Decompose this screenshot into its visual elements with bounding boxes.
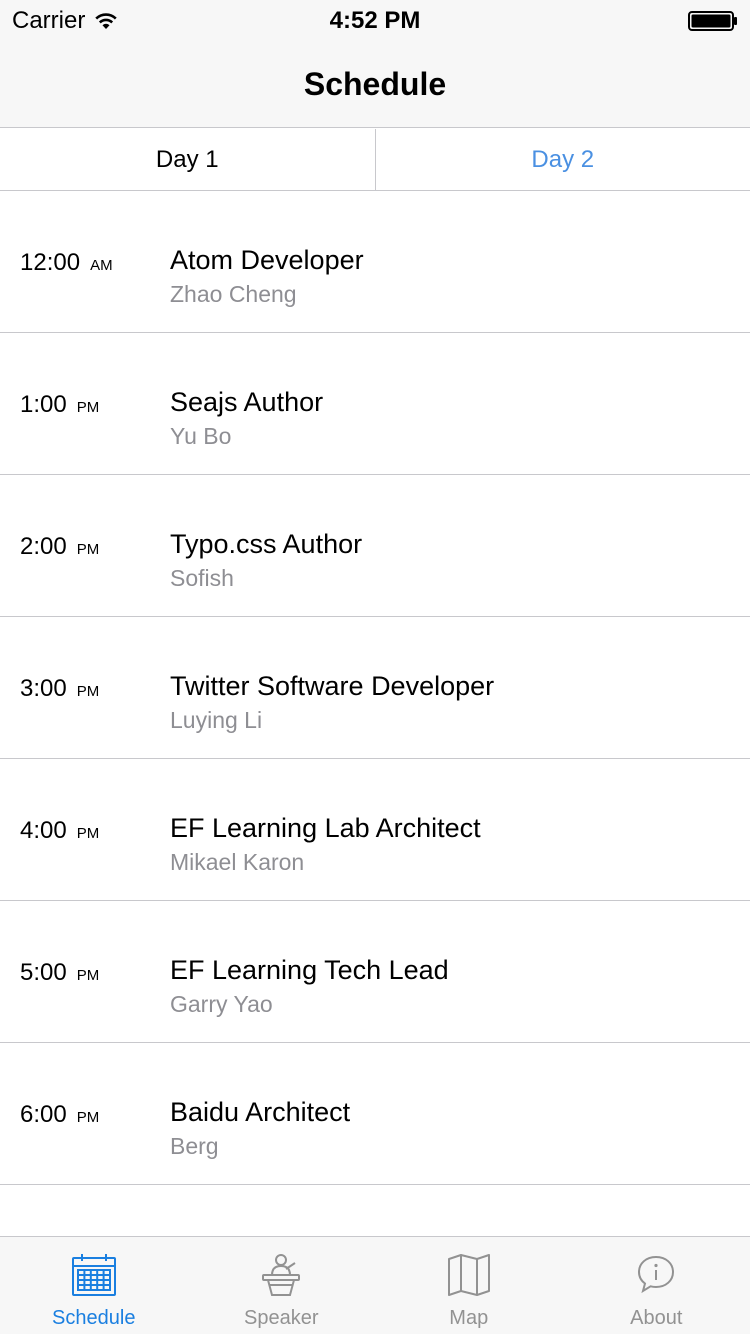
session-title: Seajs Author [170,387,324,417]
time-value: 6:00 [20,1101,67,1128]
session-title: EF Learning Tech Lead [170,955,449,985]
time-period: PM [76,541,100,558]
session-title: Baidu Architect [170,1097,351,1127]
schedule-row[interactable]: 5:00 PM EF Learning Tech Lead Garry Yao [0,901,750,1043]
schedule-row[interactable]: 1:00 PM Seajs Author Yu Bo [0,333,750,475]
session-title: Twitter Software Developer [170,671,495,701]
tab-label: About [630,1307,683,1329]
time-period: PM [76,1109,100,1126]
tab-day-2[interactable]: Day 2 [376,129,750,190]
time-period: PM [76,683,100,700]
tab-label: Schedule [52,1307,136,1329]
schedule-row[interactable]: 4:00 PM EF Learning Lab Architect Mikael … [0,759,750,901]
session-time: 6:00 PM [20,1102,99,1131]
session-speaker: Garry Yao [170,991,273,1017]
navigation-bar: Carrier 4:52 PM Schedule [0,0,750,128]
session-speaker: Mikael Karon [170,849,305,875]
session-time: 3:00 PM [20,676,99,705]
session-speaker: Luying Li [170,707,263,733]
day-segmented-control: Day 1 Day 2 [0,129,750,191]
session-time: 5:00 PM [20,960,99,989]
tab-about[interactable]: About [563,1237,750,1334]
session-time: 4:00 PM [20,818,99,847]
tab-map[interactable]: Map [375,1237,563,1334]
time-period: PM [76,967,100,984]
tab-bar: Schedule Speaker Map About [0,1236,750,1334]
time-value: 5:00 [20,959,67,986]
speaker-podium-icon [262,1254,301,1296]
time-period: PM [76,399,100,416]
session-speaker: Berg [170,1133,219,1159]
session-time: 2:00 PM [20,534,99,563]
schedule-row[interactable]: 6:00 PM Baidu Architect Berg [0,1043,750,1185]
status-time: 4:52 PM [329,7,421,34]
session-title: EF Learning Lab Architect [170,813,481,843]
time-value: 1:00 [20,391,67,418]
battery-icon [688,11,737,31]
time-period: AM [90,257,113,274]
time-value: 2:00 [20,533,67,560]
tab-label: Map [449,1307,489,1329]
schedule-screen: Carrier 4:52 PM Schedule Day 1 Day 2 12:… [0,0,750,1334]
time-value: 3:00 [20,675,67,702]
schedule-row[interactable]: 2:00 PM Typo.css Author Sofish [0,475,750,617]
tab-speaker[interactable]: Speaker [188,1237,376,1334]
session-title: Atom Developer [170,245,364,275]
session-speaker: Sofish [170,565,234,591]
tab-label: Speaker [244,1307,319,1329]
calendar-icon [71,1254,116,1296]
session-time: 1:00 PM [20,392,99,421]
session-speaker: Yu Bo [170,423,232,449]
time-period: PM [76,825,100,842]
session-speaker: Zhao Cheng [170,281,297,307]
schedule-list: 12:00 AM Atom Developer Zhao Cheng 1:00 PM… [0,191,750,1185]
map-icon [447,1254,490,1296]
session-time: 12:00 AM [20,250,113,279]
info-bubble-icon [638,1255,675,1294]
schedule-row[interactable]: 3:00 PM Twitter Software Developer Luying… [0,617,750,759]
tab-day-1[interactable]: Day 1 [0,129,375,190]
session-title: Typo.css Author [170,529,363,559]
schedule-row[interactable]: 12:00 AM Atom Developer Zhao Cheng [0,191,750,333]
time-value: 4:00 [20,817,67,844]
time-value: 12:00 [20,249,81,276]
tab-schedule[interactable]: Schedule [0,1237,188,1334]
status-bar: Carrier 4:52 PM [0,0,750,40]
page-title: Schedule [303,66,447,102]
